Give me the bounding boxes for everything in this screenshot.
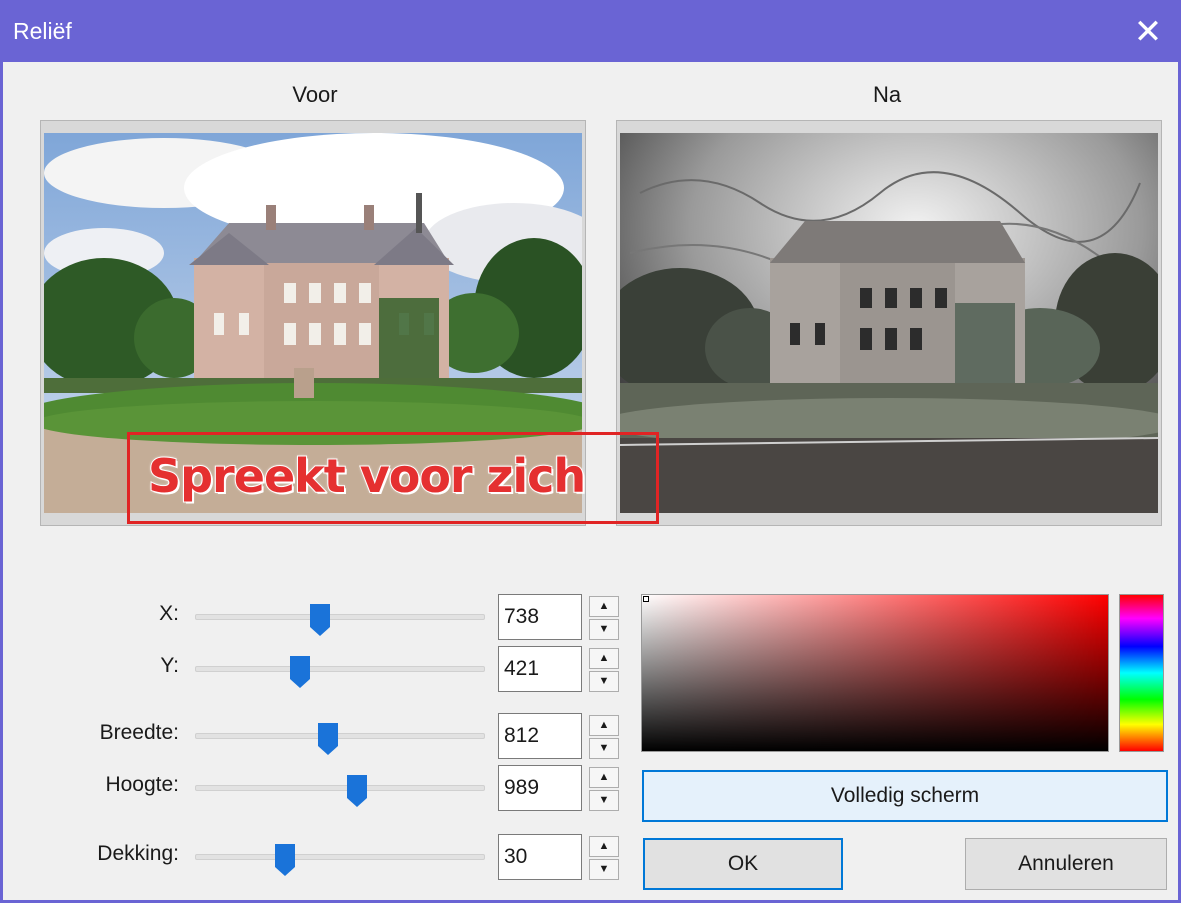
cancel-button[interactable]: Annuleren xyxy=(965,838,1167,890)
title-bar: Reliëf ✕ xyxy=(3,0,1178,62)
opacity-spinner[interactable]: ▲ ▼ xyxy=(589,836,619,880)
x-spinner[interactable]: ▲ ▼ xyxy=(589,596,619,640)
slider-thumb[interactable] xyxy=(289,655,311,689)
width-spinner[interactable]: ▲ ▼ xyxy=(589,715,619,759)
slider-label: Breedte: xyxy=(99,721,179,744)
dialog-title: Reliëf xyxy=(13,18,72,44)
annotation-text: Spreekt voor zich xyxy=(147,448,587,504)
height-slider[interactable] xyxy=(195,775,485,807)
hue-strip[interactable] xyxy=(1119,594,1164,752)
slider-label: X: xyxy=(159,602,179,625)
slider-row-height: Hoogte: 989 ▲ ▼ xyxy=(3,765,643,815)
spin-down-icon[interactable]: ▼ xyxy=(589,738,619,759)
close-icon[interactable]: ✕ xyxy=(1128,12,1168,52)
spin-down-icon[interactable]: ▼ xyxy=(589,859,619,880)
spin-down-icon[interactable]: ▼ xyxy=(589,671,619,692)
x-input[interactable]: 738 xyxy=(498,594,582,640)
slider-row-x: X: 738 ▲ ▼ xyxy=(3,594,643,644)
x-slider[interactable] xyxy=(195,604,485,636)
relief-dialog: Reliëf ✕ Voor Na Spreekt voor zich X: 73… xyxy=(0,0,1181,903)
height-spinner[interactable]: ▲ ▼ xyxy=(589,767,619,811)
opacity-input[interactable]: 30 xyxy=(498,834,582,880)
opacity-slider[interactable] xyxy=(195,844,485,876)
slider-row-width: Breedte: 812 ▲ ▼ xyxy=(3,713,643,763)
ok-button[interactable]: OK xyxy=(643,838,843,890)
slider-thumb[interactable] xyxy=(346,774,368,808)
spin-up-icon[interactable]: ▲ xyxy=(589,596,619,617)
color-field[interactable] xyxy=(641,594,1109,752)
after-label: Na xyxy=(872,82,902,107)
before-label: Voor xyxy=(292,82,338,107)
spin-up-icon[interactable]: ▲ xyxy=(589,715,619,736)
spin-down-icon[interactable]: ▼ xyxy=(589,619,619,640)
color-cursor[interactable] xyxy=(643,596,649,602)
annotation-box: Spreekt voor zich xyxy=(127,432,659,524)
castle-photo-relief xyxy=(620,133,1158,513)
slider-label: Dekking: xyxy=(97,842,179,865)
fullscreen-button[interactable]: Volledig scherm xyxy=(642,770,1168,822)
height-input[interactable]: 989 xyxy=(498,765,582,811)
slider-thumb[interactable] xyxy=(274,843,296,877)
spin-up-icon[interactable]: ▲ xyxy=(589,648,619,669)
y-slider[interactable] xyxy=(195,656,485,688)
spin-down-icon[interactable]: ▼ xyxy=(589,790,619,811)
y-spinner[interactable]: ▲ ▼ xyxy=(589,648,619,692)
width-input[interactable]: 812 xyxy=(498,713,582,759)
after-preview xyxy=(616,120,1162,526)
y-input[interactable]: 421 xyxy=(498,646,582,692)
slider-thumb[interactable] xyxy=(317,722,339,756)
spin-up-icon[interactable]: ▲ xyxy=(589,836,619,857)
slider-row-y: Y: 421 ▲ ▼ xyxy=(3,646,643,696)
slider-thumb[interactable] xyxy=(309,603,331,637)
slider-row-opacity: Dekking: 30 ▲ ▼ xyxy=(3,834,643,884)
width-slider[interactable] xyxy=(195,723,485,755)
slider-label: Hoogte: xyxy=(105,773,179,796)
slider-label: Y: xyxy=(160,654,179,677)
spin-up-icon[interactable]: ▲ xyxy=(589,767,619,788)
